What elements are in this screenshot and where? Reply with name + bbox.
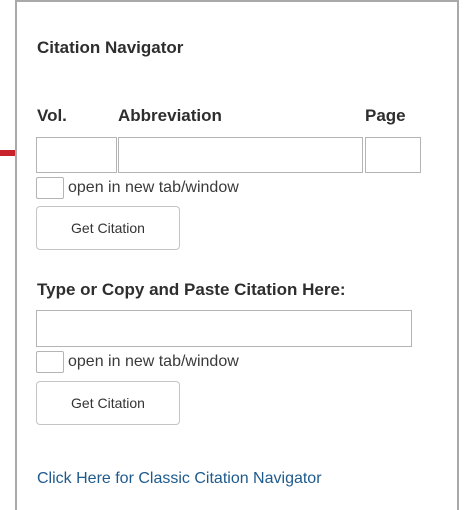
page-input[interactable]	[365, 137, 421, 173]
abbreviation-column-label: Abbreviation	[118, 106, 222, 125]
paste-open-new-tab-label: open in new tab/window	[68, 353, 239, 370]
open-new-tab-label: open in new tab/window	[68, 179, 239, 196]
panel-title: Citation Navigator	[37, 38, 184, 57]
open-new-tab-option: open in new tab/window	[36, 177, 239, 199]
open-new-tab-checkbox[interactable]	[36, 177, 64, 199]
vol-input[interactable]	[36, 137, 117, 173]
classic-citation-navigator-link[interactable]: Click Here for Classic Citation Navigato…	[37, 470, 322, 488]
abbreviation-input[interactable]	[118, 137, 363, 173]
page-column-label: Page	[365, 106, 406, 125]
paste-open-new-tab-option: open in new tab/window	[36, 351, 239, 373]
paste-open-new-tab-checkbox[interactable]	[36, 351, 64, 373]
get-citation-button[interactable]: Get Citation	[36, 206, 180, 250]
vol-column-label: Vol.	[37, 106, 67, 125]
stage: Citation Navigator Vol. Abbreviation Pag…	[0, 0, 476, 510]
paste-citation-input[interactable]	[36, 310, 412, 347]
paste-get-citation-button[interactable]: Get Citation	[36, 381, 180, 425]
citation-navigator-panel: Citation Navigator Vol. Abbreviation Pag…	[15, 0, 459, 510]
paste-citation-label: Type or Copy and Paste Citation Here:	[37, 280, 346, 299]
